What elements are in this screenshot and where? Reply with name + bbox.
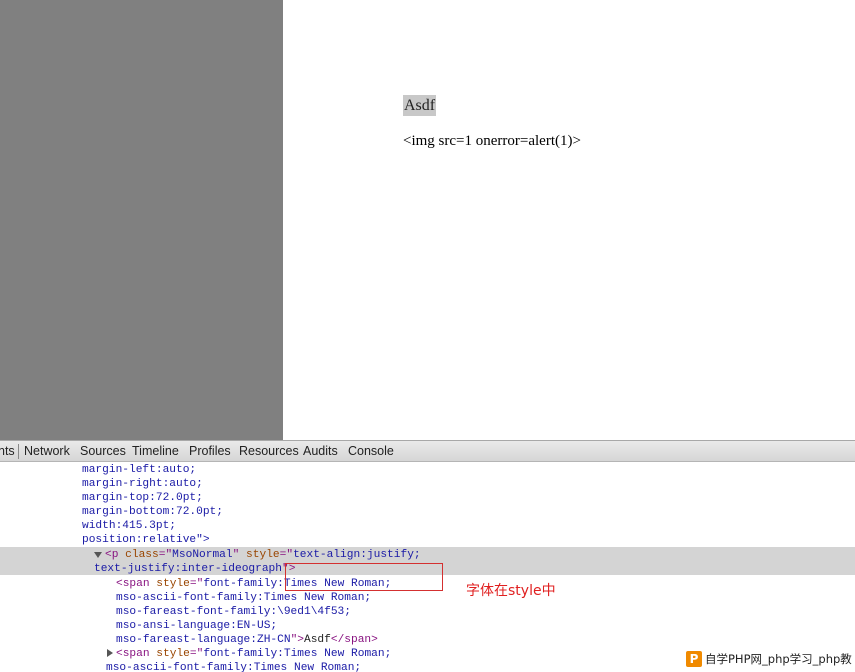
code-line: margin-left:auto; <box>82 464 197 476</box>
document-text-img-tag[interactable]: <img src=1 onerror=alert(1)> <box>403 131 581 151</box>
code-line: margin-bottom:72.0pt; <box>82 506 223 518</box>
devtools-tabbar: nts Network Sources Timeline Profiles Re… <box>0 440 855 462</box>
watermark-logo-icon: P <box>686 651 702 667</box>
page-viewport: Asdf <img src=1 onerror=alert(1)> <box>0 0 855 440</box>
watermark-text: 自学PHP网_php学习_php教 <box>705 652 852 666</box>
tab-sources[interactable]: Sources <box>80 441 126 462</box>
tab-separator <box>18 444 19 459</box>
page-margin-panel <box>0 0 283 440</box>
tab-elements[interactable]: nts <box>0 441 15 462</box>
document-page <box>283 0 855 440</box>
attr-value: text-align:justify; <box>293 549 421 561</box>
span-tag: <span <box>116 648 150 660</box>
tab-timeline[interactable]: Timeline <box>132 441 179 462</box>
attr-eq: =" <box>158 549 173 561</box>
p-node-line[interactable]: <p class="MsoNormal" style="text-align:j… <box>105 548 421 562</box>
attr-quote: " <box>232 549 240 561</box>
code-line: margin-top:72.0pt; <box>82 492 203 504</box>
tab-console[interactable]: Console <box>348 441 394 462</box>
attr-value: MsoNormal <box>172 549 233 561</box>
code-line: width:415.3pt; <box>82 520 176 532</box>
devtools-panel: nts Network Sources Timeline Profiles Re… <box>0 440 855 672</box>
span-node-end-line[interactable]: mso-fareast-language:ZH-CN">Asdf</span> <box>116 633 378 647</box>
attr-name: style <box>246 549 280 561</box>
code-line: position:relative"> <box>82 534 210 546</box>
attr-value: font-family:Times New Roman; <box>203 648 392 660</box>
tab-network[interactable]: Network <box>24 441 70 462</box>
attr-name: class <box>125 549 159 561</box>
attr-value: mso-fareast-language:ZH-CN <box>116 634 291 646</box>
p-node-line-cont[interactable]: text-justify:inter-ideograph"> <box>94 562 295 576</box>
expand-triangle-down-icon[interactable] <box>94 552 102 558</box>
attr-eq: =" <box>189 578 204 590</box>
code-line: mso-ansi-language:EN-US; <box>116 620 278 632</box>
span-node-collapsed-line[interactable]: <span style="font-family:Times New Roman… <box>116 647 391 661</box>
tab-profiles[interactable]: Profiles <box>189 441 231 462</box>
document-text-asdf[interactable]: Asdf <box>403 95 437 116</box>
expand-triangle-right-icon[interactable] <box>107 649 113 657</box>
attr-value: text-justify:inter-ideograph <box>94 563 282 575</box>
tag-close: "> <box>290 634 304 646</box>
span-close-tag: </span> <box>330 634 378 646</box>
attr-eq: =" <box>279 549 294 561</box>
attr-name: style <box>156 648 190 660</box>
annotation-note: 字体在style中 <box>466 583 556 599</box>
code-line: mso-fareast-font-family:\9ed1\4f53; <box>116 606 351 618</box>
span-tag: <span <box>116 578 150 590</box>
watermark: P 自学PHP网_php学习_php教 <box>684 648 855 670</box>
attr-eq: =" <box>189 648 204 660</box>
code-line: mso-ascii-font-family:Times New Roman; <box>116 592 372 604</box>
p-tag: <p <box>105 549 119 561</box>
text-node: Asdf <box>304 634 331 646</box>
tab-audits[interactable]: Audits <box>303 441 338 462</box>
attr-name: style <box>156 578 190 590</box>
tab-resources[interactable]: Resources <box>239 441 299 462</box>
annotation-red-box <box>285 563 443 591</box>
code-line: margin-right:auto; <box>82 478 203 490</box>
code-line: mso-ascii-font-family:Times New Roman; <box>106 662 362 672</box>
